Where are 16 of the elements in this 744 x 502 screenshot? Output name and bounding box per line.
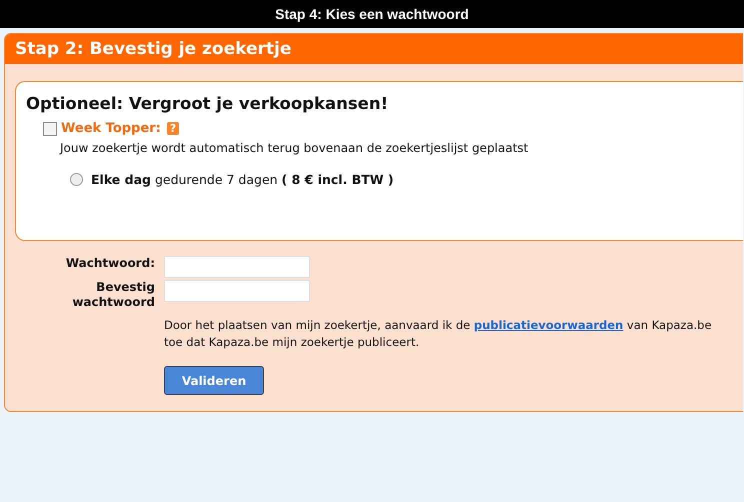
field-label: Wachtwoord: (66, 256, 155, 272)
help-badge[interactable]: ? (166, 122, 180, 135)
password-field[interactable] (164, 256, 310, 278)
options-heading: Optioneel: Vergroot je verkoopkansen! (26, 94, 390, 113)
password-field[interactable] (164, 280, 310, 302)
field-label: Bevestig wachtwoord (71, 280, 155, 310)
panel-title: Stap 2: Bevestig je zoekertje (5, 34, 743, 64)
validate-button[interactable]: Valideren (164, 366, 264, 395)
top-bar-title: Stap 4: Kies een wachtwoord (0, 0, 744, 28)
week-topper-label: Week Topper: (61, 121, 161, 136)
terms-link[interactable]: publicatievoorwaarden (474, 318, 624, 332)
radio-button[interactable] (70, 173, 83, 186)
week-topper-description: Jouw zoekertje wordt automatisch terug bovenaan de zoekertjeslijst geplaatst (60, 141, 530, 155)
terms-text: Door het plaatsen van mijn zoekertje, aanvaard ik de publicatievoorwaarden van Kapaza.be toe dat Kapaza.be mijn zoekertje publiceert. (164, 317, 713, 351)
choice-label: Elke dag gedurende 7 dagen ( 8 € incl. BTW ) (91, 172, 394, 187)
week-topper-checkbox[interactable] (43, 122, 57, 136)
